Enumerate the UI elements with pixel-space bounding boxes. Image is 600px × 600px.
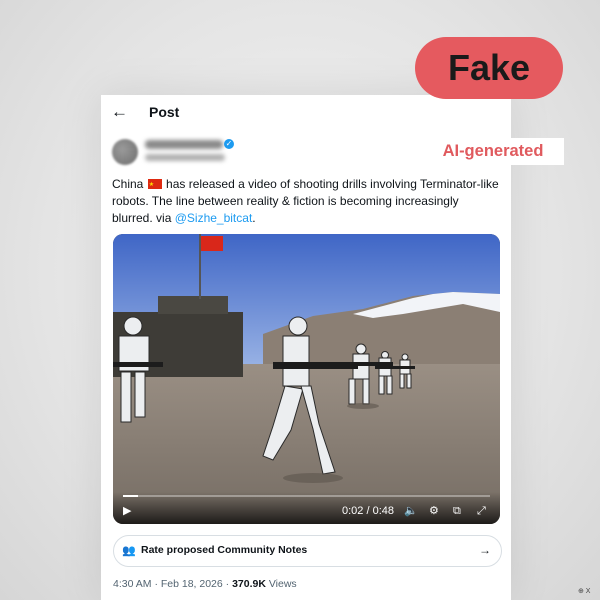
post-meta: 4:30 AM · Feb 18, 2026 · 370.9K Views	[113, 578, 297, 590]
people-icon: 👥	[122, 545, 136, 557]
timestamp: 4:30 AM · Feb 18, 2026 ·	[113, 578, 233, 590]
progress-fill	[123, 495, 138, 497]
video-frame	[113, 234, 500, 524]
settings-icon[interactable]: ⚙	[429, 504, 439, 518]
author-name-blurred[interactable]	[145, 140, 223, 149]
page-title: Post	[149, 104, 180, 120]
tweet-text-part: has released a video of shooting drills …	[112, 177, 499, 225]
fake-badge: Fake	[415, 37, 563, 99]
video-time: 0:02 / 0:48	[342, 505, 394, 517]
back-arrow-icon[interactable]: ←	[111, 102, 128, 122]
verified-badge-icon: ✓	[224, 139, 234, 149]
play-icon[interactable]: ▶	[123, 504, 131, 518]
china-flag-icon	[147, 177, 162, 194]
progress-bar[interactable]	[123, 495, 490, 497]
author-handle-blurred[interactable]	[145, 154, 225, 161]
vehicle-rack	[158, 296, 228, 314]
video-controls: ▶ 0:02 / 0:48 🔈 ⚙ ⧉ ⤢	[113, 492, 500, 524]
post-header: ← Post	[101, 95, 511, 129]
tweet-text-end: .	[252, 211, 256, 225]
tweet-text-part: China	[112, 177, 144, 191]
tweet-text: China has released a video of shooting d…	[112, 176, 502, 227]
community-notes-button[interactable]: 👥 Rate proposed Community Notes →	[113, 535, 502, 567]
avatar[interactable]	[112, 139, 138, 165]
post-card: ← Post ✓ China has released a video of s…	[101, 95, 511, 600]
picture-in-picture-icon[interactable]: ⧉	[453, 504, 461, 518]
video-player[interactable]: ▶ 0:02 / 0:48 🔈 ⚙ ⧉ ⤢	[113, 234, 500, 524]
mention-link[interactable]: @Sizhe_bitcat	[175, 211, 253, 225]
volume-icon[interactable]: 🔈	[404, 504, 418, 518]
ai-generated-label: AI-generated	[422, 138, 564, 165]
red-flag	[201, 236, 223, 251]
community-notes-label: Rate proposed Community Notes	[141, 544, 308, 556]
fullscreen-icon[interactable]: ⤢	[477, 504, 486, 518]
arrow-right-icon: →	[479, 543, 491, 557]
views-label: Views	[265, 578, 297, 590]
views-count: 370.9K	[232, 578, 266, 590]
watermark: ⊕ X	[578, 588, 591, 595]
